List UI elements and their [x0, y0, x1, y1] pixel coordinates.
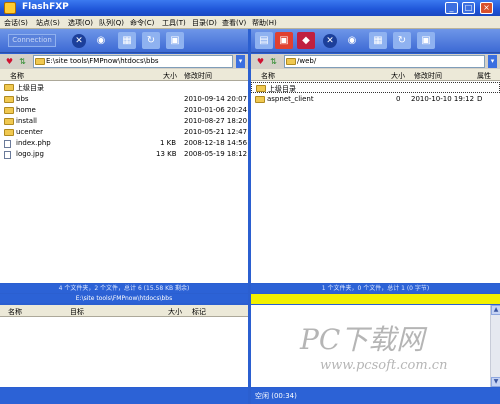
site-manager-icon[interactable]: ▤ [255, 32, 273, 49]
refresh-icon[interactable]: ▦ [118, 32, 136, 49]
col-attr[interactable]: 属性 [477, 71, 491, 81]
right-toolbar: ▤ ▣ ◆ ✕ ◉ ▦ ↻ ▣ [251, 29, 500, 53]
folder-icon [4, 107, 14, 114]
left-path-dropdown[interactable]: ▾ [236, 55, 245, 68]
menu-commands[interactable]: 命令(C) [130, 18, 154, 28]
left-path-input[interactable]: E:\site tools\FMPnow\htdocs\bbs [33, 55, 233, 68]
right-path-dropdown[interactable]: ▾ [488, 55, 497, 68]
folder-icon [4, 96, 14, 103]
left-path-bar: ♥ ⇅ E:\site tools\FMPnow\htdocs\bbs ▾ [0, 54, 248, 69]
col-queue-size[interactable]: 大小 [168, 307, 182, 317]
refresh-remote-icon[interactable]: ▦ [369, 32, 387, 49]
col-name[interactable]: 名称 [261, 71, 275, 81]
log-scrollbar[interactable]: ▲ ▼ [490, 305, 500, 387]
local-status: 4 个文件夹，2 个文件，总计 6 (15.58 KB 剩余) [0, 284, 248, 293]
app-icon [4, 2, 16, 14]
col-size[interactable]: 大小 [163, 71, 177, 81]
menu-queue[interactable]: 队列(Q) [99, 18, 124, 28]
folder-icon [4, 84, 14, 91]
folder-icon [4, 118, 14, 125]
folder-icon [256, 85, 266, 92]
table-row[interactable]: aspnet_client 0 2010-10-10 19:12 D [251, 94, 500, 105]
stop-remote-icon[interactable]: ◉ [343, 32, 361, 49]
window-title: FlashFXP [22, 2, 69, 12]
col-queue-target[interactable]: 目标 [70, 307, 84, 317]
close-button[interactable]: × [480, 2, 493, 14]
disconnect-icon[interactable]: ✕ [72, 34, 86, 48]
table-row[interactable]: home 2010-01-06 20:24 [0, 105, 248, 116]
remote-path-status [251, 294, 500, 304]
list-item-up[interactable]: 上级目录 [251, 82, 500, 93]
minimize-button[interactable]: _ [445, 2, 458, 14]
menu-options[interactable]: 选项(O) [68, 18, 93, 28]
table-row[interactable]: logo.jpg 13 KB 2008-05-19 18:12 [0, 149, 248, 160]
bookmark-icon[interactable]: ◆ [297, 32, 315, 49]
folder-icon [255, 96, 265, 103]
folder-icon [4, 129, 14, 136]
local-path-status: E:\site tools\FMPnow\htdocs\bbs [0, 294, 248, 303]
transfer-icon[interactable]: ▣ [166, 32, 184, 49]
transfer-remote-icon[interactable]: ▣ [417, 32, 435, 49]
folder-icon [35, 58, 45, 65]
title-bar: FlashFXP _ □ × [0, 0, 500, 16]
table-row[interactable]: index.php 1 KB 2008-12-18 14:56 [0, 138, 248, 149]
menu-help[interactable]: 帮助(H) [252, 18, 277, 28]
queue-column-header: 名称 目标 大小 标记 [0, 305, 248, 317]
disconnect-remote-icon[interactable]: ✕ [323, 34, 337, 48]
log-pane[interactable]: ▲ ▼ [251, 305, 500, 387]
file-icon [4, 151, 11, 159]
right-path-bar: ♥ ⇅ /web/ ▾ [251, 54, 500, 69]
menu-session[interactable]: 会话(S) [4, 18, 28, 28]
connect-button[interactable]: Connection [8, 34, 56, 47]
local-column-header: 名称 大小 修改时间 [0, 69, 248, 81]
remote-status: 1 个文件夹，0 个文件，总计 1 (0 字节) [251, 284, 500, 293]
transfer-queue[interactable]: 名称 目标 大小 标记 [0, 305, 248, 387]
menu-bar: 会话(S) 站点(S) 选项(O) 队列(Q) 命令(C) 工具(T) 目录(D… [0, 16, 500, 29]
bottom-status-left [0, 388, 248, 404]
sync-remote-icon[interactable]: ↻ [393, 32, 411, 49]
col-queue-note[interactable]: 标记 [192, 307, 206, 317]
table-row[interactable]: bbs 2010-09-14 20:07 [0, 94, 248, 105]
table-row[interactable]: install 2010-08-27 18:20 [0, 116, 248, 127]
right-path-input[interactable]: /web/ [284, 55, 485, 68]
stop-icon[interactable]: ◉ [92, 32, 110, 49]
menu-view[interactable]: 查看(V) [222, 18, 246, 28]
heart-remote-icon[interactable]: ♥ [255, 56, 266, 67]
col-name[interactable]: 名称 [10, 71, 24, 81]
sync-icon[interactable]: ↻ [142, 32, 160, 49]
col-modified[interactable]: 修改时间 [414, 71, 442, 81]
left-toolbar: Connection ✕ ◉ ▦ ↻ ▣ [0, 29, 248, 53]
table-row[interactable]: ucenter 2010-05-21 12:47 [0, 127, 248, 138]
maximize-button[interactable]: □ [462, 2, 475, 14]
quick-connect-icon[interactable]: ▣ [275, 32, 293, 49]
remote-file-list[interactable]: 名称 大小 修改时间 属性 上级目录 aspnet_client 0 2010-… [251, 69, 500, 283]
col-queue-name[interactable]: 名称 [8, 307, 22, 317]
menu-site[interactable]: 站点(S) [36, 18, 60, 28]
bottom-status-right: 空闲 (00:34) [251, 388, 500, 404]
menu-directory[interactable]: 目录(D) [192, 18, 217, 28]
col-size[interactable]: 大小 [391, 71, 405, 81]
list-item-up[interactable]: 上级目录 [0, 82, 248, 93]
up-arrow-remote-icon[interactable]: ⇅ [268, 56, 279, 67]
scroll-up-icon[interactable]: ▲ [491, 305, 500, 315]
menu-tools[interactable]: 工具(T) [162, 18, 186, 28]
scroll-down-icon[interactable]: ▼ [491, 377, 500, 387]
file-icon [4, 140, 11, 148]
local-file-list[interactable]: 名称 大小 修改时间 上级目录 bbs 2010-09-14 20:07 hom… [0, 69, 248, 283]
heart-icon[interactable]: ♥ [4, 56, 15, 67]
folder-icon [286, 58, 296, 65]
up-arrow-icon[interactable]: ⇅ [17, 56, 28, 67]
remote-column-header: 名称 大小 修改时间 属性 [251, 69, 500, 81]
col-modified[interactable]: 修改时间 [184, 71, 212, 81]
